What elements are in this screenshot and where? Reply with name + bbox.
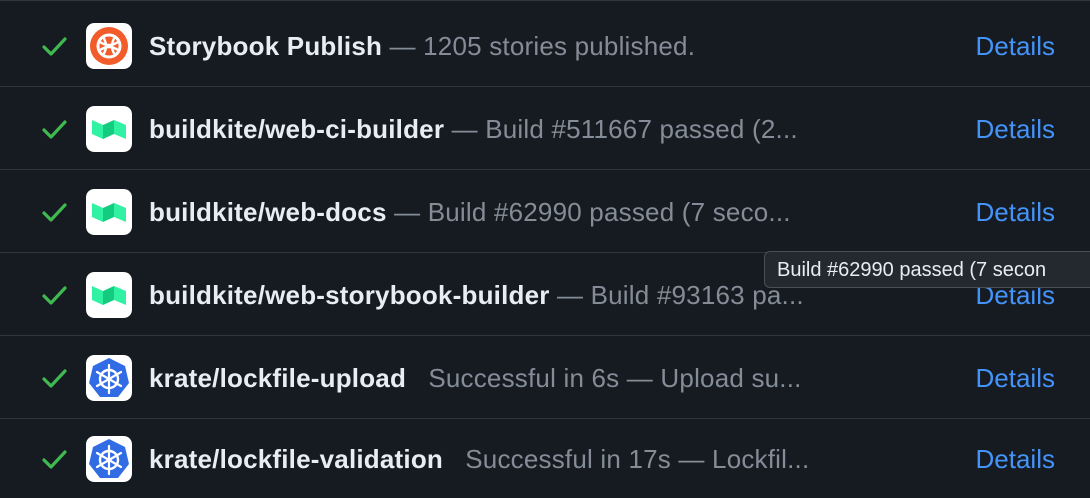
tooltip: Build #62990 passed (7 secon [764, 251, 1090, 288]
check-icon [42, 285, 67, 305]
buildkite-icon [86, 105, 132, 152]
check-description: — Build #62990 passed (7 seco... [386, 196, 791, 227]
check-row-lockfile-upload: krate/lockfile-upload Successful in 6s —… [0, 337, 1090, 419]
check-text: krate/lockfile-upload Successful in 6s —… [149, 361, 889, 395]
check-description: — Build #511667 passed (2... [444, 113, 798, 144]
check-text: krate/lockfile-validation Successful in … [149, 442, 889, 476]
check-name: buildkite/web-storybook-builder [149, 279, 550, 310]
check-icon [42, 450, 67, 469]
details-link[interactable]: Details [976, 195, 1055, 229]
check-name: Storybook Publish [149, 30, 383, 61]
kubernetes-icon [86, 436, 132, 482]
check-description: — 1205 stories published. [382, 30, 696, 61]
check-text: buildkite/web-docs — Build #62990 passed… [149, 195, 889, 229]
storybook-icon [86, 22, 132, 69]
details-link[interactable]: Details [976, 361, 1055, 395]
check-description: Successful in 6s — Upload su... [406, 362, 802, 393]
details-link[interactable]: Details [976, 112, 1055, 146]
check-icon [42, 202, 67, 222]
check-row-web-docs: buildkite/web-docs — Build #62990 passed… [0, 171, 1090, 253]
buildkite-icon [86, 271, 132, 318]
check-text: buildkite/web-ci-builder — Build #511667… [149, 112, 889, 146]
check-icon [42, 36, 67, 56]
check-row-lockfile-validation: krate/lockfile-validation Successful in … [0, 420, 1090, 498]
check-name: buildkite/web-docs [149, 196, 387, 227]
check-text: Storybook Publish — 1205 stories publish… [149, 29, 889, 63]
details-link[interactable]: Details [976, 442, 1055, 476]
checks-list: Storybook Publish — 1205 stories publish… [0, 0, 1090, 498]
check-row-storybook-publish: Storybook Publish — 1205 stories publish… [0, 5, 1090, 87]
check-icon [42, 368, 67, 388]
check-name: buildkite/web-ci-builder [149, 113, 445, 144]
check-name: krate/lockfile-upload [149, 362, 407, 393]
kubernetes-icon [86, 354, 132, 401]
check-name: krate/lockfile-validation [149, 444, 443, 474]
check-description: Successful in 17s — Lockfil... [442, 444, 810, 474]
check-row-web-ci-builder: buildkite/web-ci-builder — Build #511667… [0, 88, 1090, 170]
check-icon [42, 119, 67, 139]
buildkite-icon [86, 188, 132, 235]
details-link[interactable]: Details [976, 29, 1055, 63]
